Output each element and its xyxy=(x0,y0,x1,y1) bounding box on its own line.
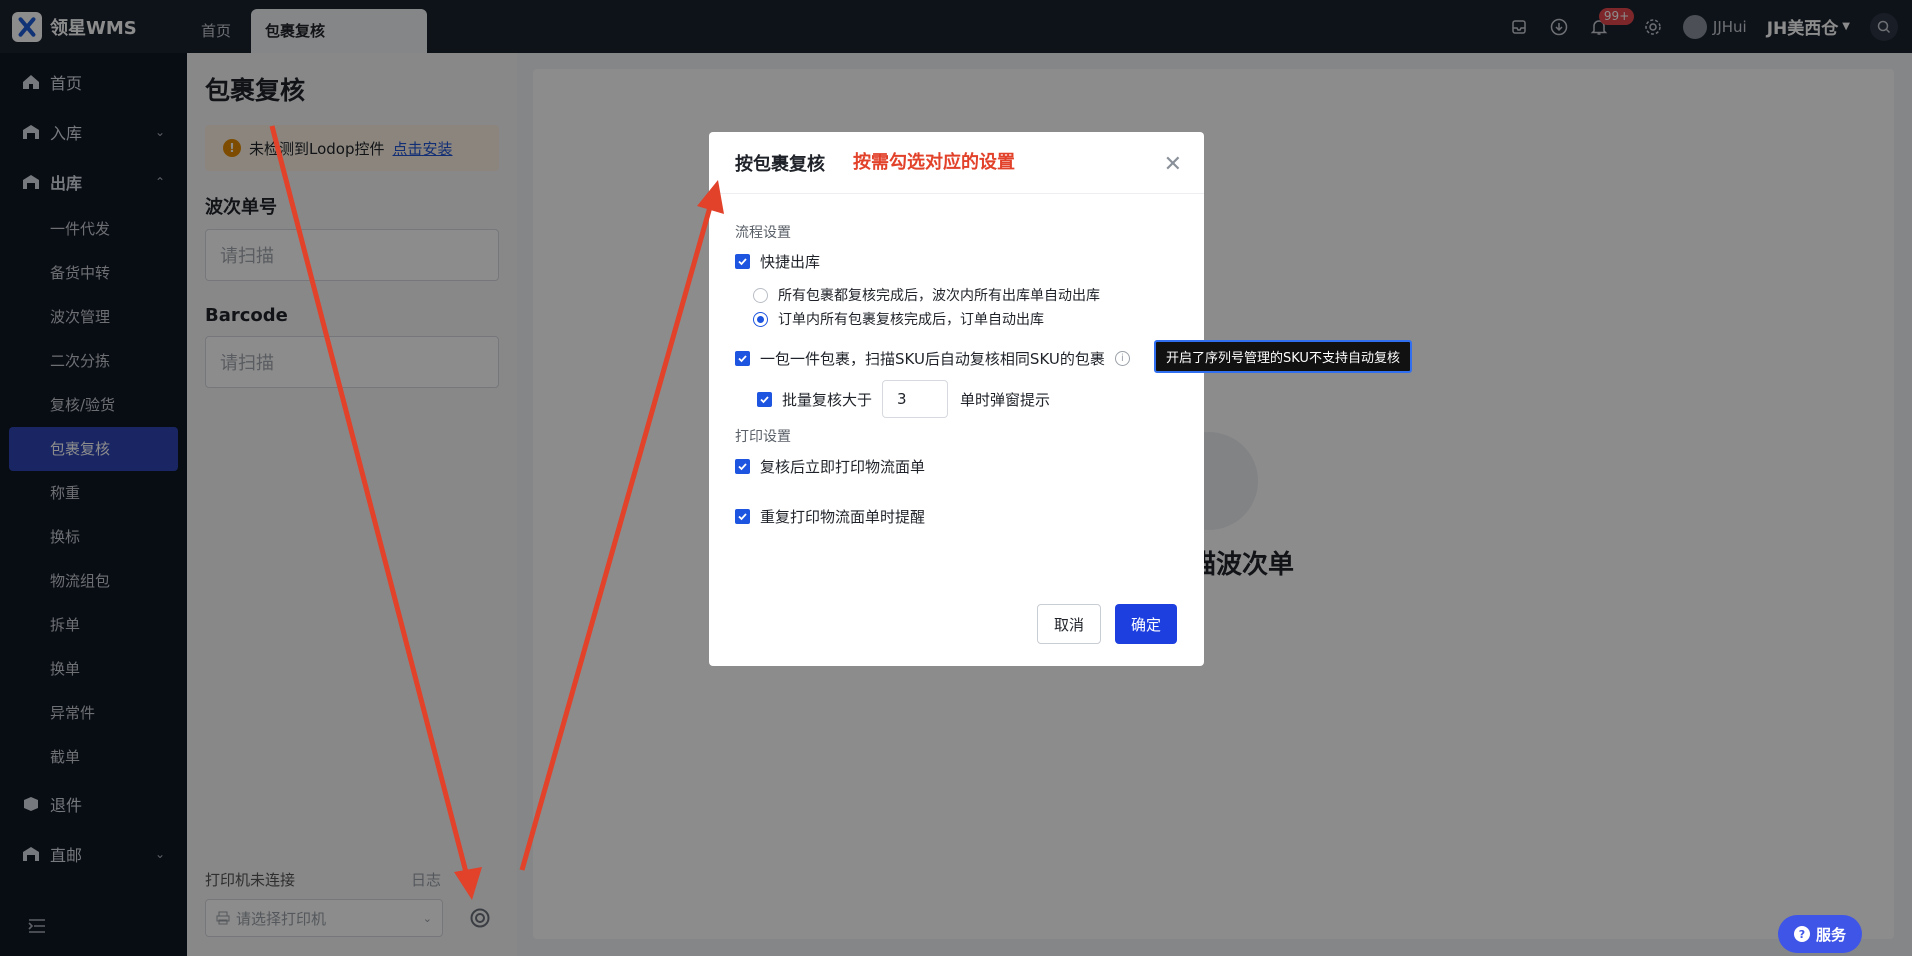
radio-checked xyxy=(753,311,768,327)
service-button[interactable]: ? 服务 xyxy=(1778,915,1862,953)
confirm-button[interactable]: 确定 xyxy=(1114,604,1177,644)
help-icon: ? xyxy=(1793,926,1810,942)
annotation-note: 按需勾选对应的设置 xyxy=(853,152,1015,173)
batch-threshold-input[interactable]: 3 xyxy=(882,380,949,418)
checkbox-label: 一包一件包裹，扫描SKU后自动复核相同SKU的包裹 xyxy=(760,350,1105,368)
batch-suffix-label: 单时弹窗提示 xyxy=(960,390,1051,409)
checkbox-label: 快捷出库 xyxy=(760,253,821,271)
print-settings-heading: 打印设置 xyxy=(735,429,791,445)
batch-review-checkbox[interactable] xyxy=(757,391,772,407)
radio-unchecked xyxy=(753,287,768,303)
service-label: 服务 xyxy=(1815,925,1846,944)
checkbox-checked-icon xyxy=(735,459,750,474)
modal-title: 按包裹复核 xyxy=(735,153,825,175)
radio-order-auto-outbound[interactable]: 订单内所有包裹复核完成后，订单自动出库 xyxy=(753,309,1044,329)
flow-settings-heading: 流程设置 xyxy=(735,225,791,241)
modal-footer: 取消 确定 xyxy=(1036,604,1177,644)
close-icon[interactable]: ✕ xyxy=(1164,152,1182,177)
batch-prefix-label: 批量复核大于 xyxy=(782,390,873,409)
cancel-button[interactable]: 取消 xyxy=(1036,604,1101,644)
checkbox-label: 复核后立即打印物流面单 xyxy=(760,458,926,476)
radio-wave-auto-outbound[interactable]: 所有包裹都复核完成后，波次内所有出库单自动出库 xyxy=(753,285,1100,305)
modal-header: 按包裹复核 按需勾选对应的设置 ✕ xyxy=(709,132,1204,194)
quick-outbound-checkbox[interactable]: 快捷出库 xyxy=(735,251,820,272)
checkbox-checked-icon xyxy=(735,509,750,524)
checkbox-checked-icon xyxy=(735,351,750,366)
checkbox-checked-icon xyxy=(735,254,750,269)
package-review-settings-modal: 按包裹复核 按需勾选对应的设置 ✕ 流程设置 快捷出库 所有包裹都复核完成后，波… xyxy=(709,132,1204,666)
reprint-reminder-checkbox[interactable]: 重复打印物流面单时提醒 xyxy=(735,506,925,527)
info-icon[interactable]: i xyxy=(1114,351,1130,366)
print-after-review-checkbox[interactable]: 复核后立即打印物流面单 xyxy=(735,456,925,477)
serial-number-tooltip: 开启了序列号管理的SKU不支持自动复核 xyxy=(1154,340,1412,373)
batch-review-row: 批量复核大于 3 单时弹窗提示 xyxy=(757,380,1050,418)
radio-label: 所有包裹都复核完成后，波次内所有出库单自动出库 xyxy=(778,288,1100,304)
radio-label: 订单内所有包裹复核完成后，订单自动出库 xyxy=(778,312,1044,328)
modal-body: 流程设置 快捷出库 所有包裹都复核完成后，波次内所有出库单自动出库 订单内所有包… xyxy=(709,194,1204,604)
one-piece-package-checkbox[interactable]: 一包一件包裹，扫描SKU后自动复核相同SKU的包裹 i xyxy=(735,348,1130,369)
checkbox-label: 重复打印物流面单时提醒 xyxy=(760,508,926,526)
